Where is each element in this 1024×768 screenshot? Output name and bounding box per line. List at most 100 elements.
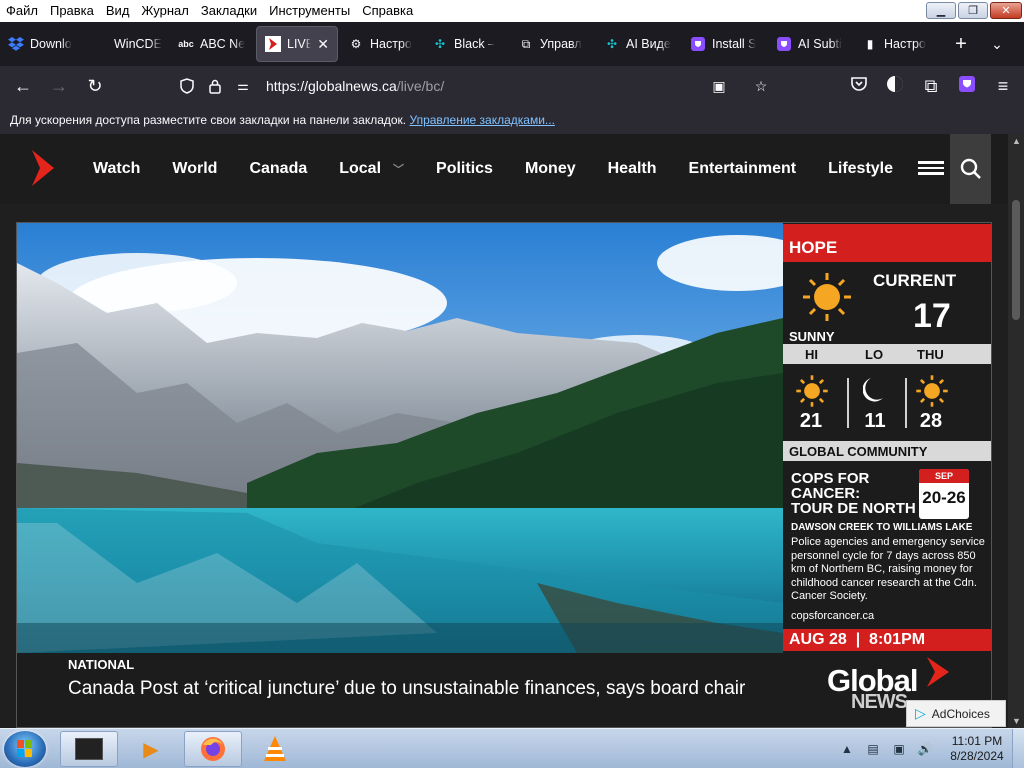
reload-button[interactable]: ↻: [78, 71, 112, 101]
menu-tools[interactable]: Инструменты: [263, 0, 356, 22]
weather-location: HOPE: [783, 224, 991, 262]
tab-dropbox[interactable]: Downlo: [0, 26, 98, 62]
permissions-icon[interactable]: ⚌: [232, 75, 254, 97]
star-icon[interactable]: ☆: [750, 75, 772, 97]
tab-ai-subtitles[interactable]: AI Subti: [768, 26, 854, 62]
sun-icon: [916, 375, 948, 407]
extension-purple-button[interactable]: [954, 71, 980, 101]
clock-date: 8/28/2024: [950, 749, 1004, 763]
nav-lifestyle[interactable]: Lifestyle: [828, 160, 893, 178]
site-menu-button[interactable]: [918, 158, 944, 180]
bookmark-icon: ▮: [866, 37, 874, 51]
forward-button[interactable]: →: [42, 71, 76, 101]
adchoices-label: AdChoices: [931, 706, 990, 721]
nav-money[interactable]: Money: [525, 160, 576, 178]
menu-edit[interactable]: Правка: [44, 0, 100, 22]
back-button[interactable]: ←: [6, 71, 40, 101]
tab-live-global-news[interactable]: LIVE: ✕: [256, 26, 338, 62]
adchoices-icon: ▷: [915, 705, 926, 721]
video-caption: NATIONAL Canada Post at ‘critical junctu…: [17, 653, 783, 727]
tab-install[interactable]: Install S: [682, 26, 768, 62]
page-scrollbar[interactable]: ▲ ▼: [1008, 134, 1024, 728]
lock-icon[interactable]: [204, 75, 226, 97]
taskbar-app-vlc[interactable]: [246, 731, 304, 767]
scroll-down-icon[interactable]: ▼: [1012, 716, 1021, 726]
tab-wincde[interactable]: WinCDE: [98, 26, 170, 62]
nav-watch[interactable]: Watch: [93, 160, 140, 178]
live-video-player[interactable]: HOPE CURRENT 17 SUNNY HI LO THU 21 11 28…: [16, 222, 992, 728]
nav-local[interactable]: Local ﹀: [339, 160, 404, 178]
new-tab-button[interactable]: +: [946, 29, 976, 59]
tray-expand-icon[interactable]: ▲: [838, 740, 856, 758]
restore-button[interactable]: ❐: [958, 2, 988, 19]
day-temp: 28: [919, 410, 943, 432]
tab-settings-2[interactable]: ▮ Настро: [854, 26, 938, 62]
manage-bookmarks-link[interactable]: Управление закладками...: [409, 113, 554, 127]
close-window-button[interactable]: ✕: [990, 2, 1022, 19]
community-header: GLOBAL COMMUNITY: [783, 441, 991, 461]
url-bar[interactable]: ⚌ https://globalnews.ca/live/bc/ ▣ ☆: [176, 70, 788, 102]
restore-icon: ❐: [968, 5, 978, 17]
nav-world[interactable]: World: [172, 160, 217, 178]
system-clock[interactable]: 11:01 PM 8/28/2024: [942, 734, 1012, 764]
caption-headline: Canada Post at ‘critical juncture’ due t…: [68, 678, 746, 699]
reload-icon: ↻: [87, 75, 103, 96]
scrollbar-thumb[interactable]: [1012, 200, 1020, 320]
sun-icon: [803, 273, 851, 321]
gear-icon: ⚙: [350, 37, 362, 51]
tab-extensions-manage[interactable]: ⧉ Управл: [510, 26, 596, 62]
site-header: Watch World Canada Local ﹀ Politics Money…: [0, 134, 1008, 204]
current-temperature: 17: [913, 297, 951, 335]
title-line: TOUR DE NORTH: [791, 500, 916, 517]
site-nav: Watch World Canada Local ﹀ Politics Money…: [93, 134, 925, 204]
tray-app-icon[interactable]: ▤: [864, 740, 882, 758]
pocket-icon: [851, 76, 867, 97]
tab-settings[interactable]: ⚙ Настро: [340, 26, 424, 62]
nav-canada[interactable]: Canada: [249, 160, 307, 178]
scroll-up-icon[interactable]: ▲: [1012, 136, 1021, 146]
menu-bookmarks[interactable]: Закладки: [195, 0, 263, 22]
network-icon[interactable]: ▣: [890, 740, 908, 758]
taskbar-app-media[interactable]: ▶: [122, 731, 180, 767]
page-content: Watch World Canada Local ﹀ Politics Money…: [0, 134, 1008, 728]
calendar-days: 20-26: [922, 488, 966, 507]
chevron-down-icon[interactable]: ﹀: [393, 161, 404, 177]
menu-history[interactable]: Журнал: [135, 0, 194, 22]
tab-ai-video[interactable]: ✣ AI Виде: [596, 26, 682, 62]
adchoices-button[interactable]: ▷ AdChoices: [906, 700, 1006, 727]
plus-icon: +: [955, 32, 967, 55]
nav-entertainment[interactable]: Entertainment: [689, 160, 797, 178]
taskbar-app-firefox[interactable]: [184, 731, 242, 767]
menu-file[interactable]: Файл: [0, 0, 44, 22]
taskbar: ▶ ▲ ▤ ▣ 🔊 11:01 PM 8/28/2024: [0, 728, 1024, 768]
menu-help[interactable]: Справка: [356, 0, 419, 22]
sun-icon: [796, 375, 828, 407]
global-news-watermark: Global NEWS: [827, 657, 949, 713]
toolbar-right: ⧉ ≡: [846, 71, 1016, 101]
windows-logo-icon: [17, 740, 32, 757]
app-menu-button[interactable]: ≡: [990, 71, 1016, 101]
close-icon: ✕: [1001, 5, 1011, 17]
nav-health[interactable]: Health: [608, 160, 657, 178]
list-all-tabs-button[interactable]: ⌄: [982, 29, 1012, 59]
global-news-logo-icon[interactable]: [30, 150, 56, 186]
tab-bar: Downlo WinCDE abc ABC Ne LIVE: ✕ ⚙ Настр…: [0, 22, 1024, 66]
show-desktop-button[interactable]: [1012, 729, 1024, 768]
pocket-button[interactable]: [846, 71, 872, 101]
minimize-button[interactable]: ▁: [926, 2, 956, 19]
account-button[interactable]: [882, 71, 908, 101]
nav-politics[interactable]: Politics: [436, 160, 493, 178]
taskbar-app-terminal[interactable]: [60, 731, 118, 767]
tab-abc-news[interactable]: abc ABC Ne: [170, 26, 254, 62]
start-button[interactable]: [4, 731, 46, 767]
volume-icon[interactable]: 🔊: [916, 740, 934, 758]
reader-view-icon[interactable]: ▣: [708, 75, 730, 97]
site-search-button[interactable]: [950, 134, 991, 204]
tracking-protection-icon[interactable]: [176, 75, 198, 97]
menu-view[interactable]: Вид: [100, 0, 136, 22]
tab-black[interactable]: ✣ Black –: [424, 26, 510, 62]
moon-icon: [863, 378, 883, 402]
close-tab-icon[interactable]: ✕: [317, 36, 329, 53]
calendar-month: SEP: [919, 469, 969, 483]
extensions-button[interactable]: ⧉: [918, 71, 944, 101]
